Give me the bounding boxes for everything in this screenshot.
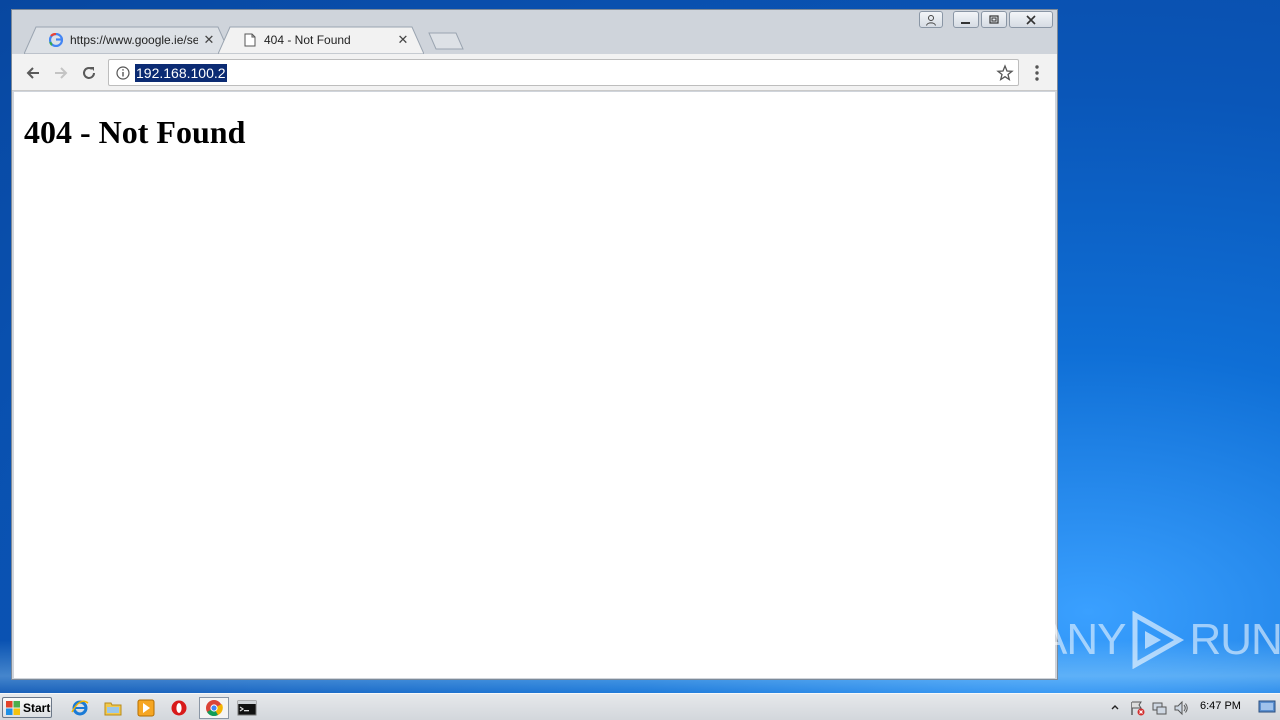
tab-content: 404 - Not Found ✕ [242,26,410,54]
anyrun-watermark: ANY RUN [1038,610,1280,670]
forward-arrow-icon [55,67,68,79]
tab-content: https://www.google.ie/sear ✕ [48,26,216,54]
tab-title: 404 - Not Found [264,33,351,47]
menu-dots-icon[interactable] [1028,63,1046,83]
page-icon [242,32,258,48]
forward-button[interactable] [50,62,72,84]
minimize-button[interactable] [953,11,979,28]
start-button[interactable]: Start [2,697,52,718]
volume-icon[interactable] [1170,698,1192,718]
internet-explorer-icon[interactable] [65,697,95,719]
tab-close-icon[interactable]: ✕ [202,32,216,47]
browser-window: https://www.google.ie/sear ✕ 404 - Not F… [11,9,1058,680]
new-tab-button[interactable] [428,32,464,50]
file-explorer-icon[interactable] [98,697,128,719]
minimize-icon [961,21,970,24]
play-logo-icon [1132,611,1185,669]
chrome-icon[interactable] [199,697,229,719]
profile-button[interactable] [919,11,943,28]
page-heading: 404 - Not Found [24,114,246,150]
cmd-icon[interactable] [232,697,262,719]
watermark-left-text: ANY [1038,615,1126,664]
system-tray [1104,697,1192,719]
reload-icon [83,67,95,79]
show-desktop-icon[interactable] [1258,699,1276,715]
taskbar: Start 6:47 PM [0,693,1280,720]
caption-buttons [919,11,1053,29]
network-icon[interactable] [1148,698,1170,718]
google-favicon-icon [48,32,64,48]
tab-google-search[interactable]: https://www.google.ie/sear ✕ [24,26,230,54]
clock[interactable]: 6:47 PM [1200,700,1241,712]
address-bar[interactable]: 192.168.100.2 [108,59,1019,86]
reload-button[interactable] [78,62,100,84]
action-center-flag-icon[interactable] [1126,698,1148,718]
title-bar: https://www.google.ie/sear ✕ 404 - Not F… [12,10,1057,54]
restore-icon [989,14,999,24]
watermark-right-text: RUN [1189,615,1280,664]
opera-icon[interactable] [164,697,194,719]
tab-title: https://www.google.ie/sear [70,33,198,47]
close-icon [1026,14,1036,25]
tab-404-not-found[interactable]: 404 - Not Found ✕ [218,26,424,54]
user-icon [926,14,936,26]
toolbar: 192.168.100.2 [12,54,1057,91]
page-content: 404 - Not Found [14,92,1055,678]
media-player-icon[interactable] [131,697,161,719]
windows-logo-icon [6,700,20,715]
info-icon[interactable] [115,65,131,81]
tab-close-icon[interactable]: ✕ [396,32,410,47]
close-button[interactable] [1009,11,1053,28]
desktop: https://www.google.ie/sear ✕ 404 - Not F… [0,0,1280,720]
back-arrow-icon [26,67,39,79]
bookmark-star-icon[interactable] [996,64,1014,82]
restore-button[interactable] [981,11,1007,28]
back-button[interactable] [22,62,44,84]
url-text[interactable]: 192.168.100.2 [135,64,227,82]
show-hidden-icons-chevron-icon[interactable] [1104,698,1126,718]
start-label: Start [23,700,51,715]
